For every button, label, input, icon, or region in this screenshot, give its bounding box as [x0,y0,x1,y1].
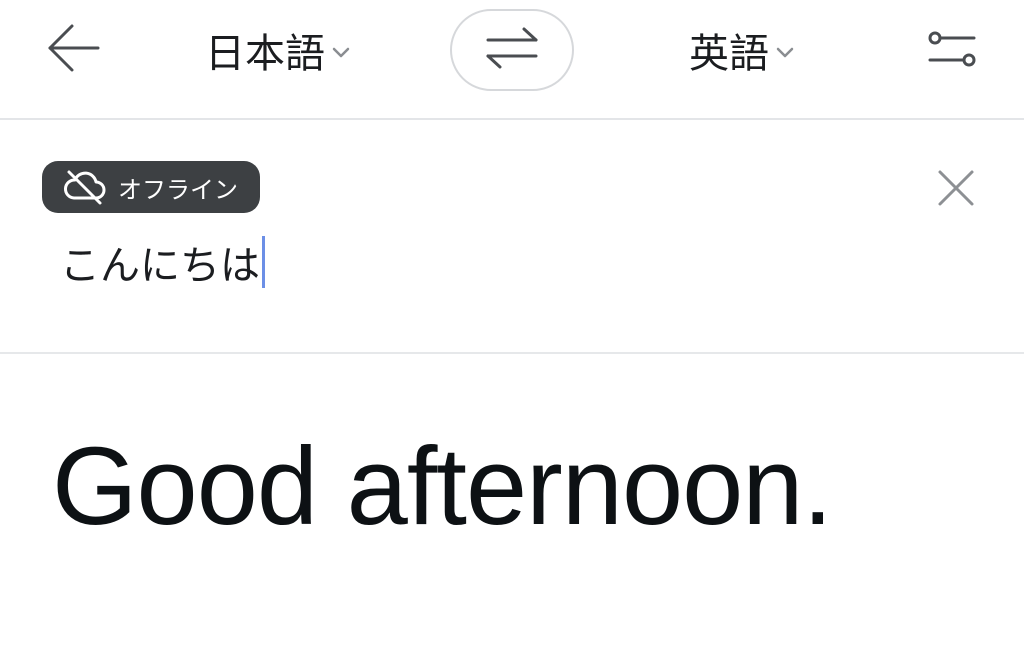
translation-result: Good afternoon. [52,425,833,548]
target-language-label: 英語 [689,31,769,77]
chevron-down-icon [331,46,351,60]
close-icon [936,168,976,212]
back-button[interactable] [36,18,112,82]
target-language-selector[interactable]: 英語 [689,18,795,82]
source-text-input[interactable]: こんにちは [60,234,265,290]
swap-languages-button[interactable] [450,9,574,91]
translation-output-panel: Good afternoon. [0,354,1024,646]
offline-label: オフライン [118,175,238,204]
chevron-down-icon [775,46,795,60]
arrow-left-icon [46,23,102,77]
source-input-panel: オフライン こんにちは [0,120,1024,354]
translate-app: 日本語 英語 オフライン こんにちは Good afternoon. [0,0,1024,646]
settings-button[interactable] [920,22,984,80]
swap-arrows-icon [484,26,540,74]
offline-badge: オフライン [42,161,260,213]
clear-text-button[interactable] [928,162,984,218]
sliders-icon [926,29,978,73]
text-caret [262,236,265,288]
source-text: こんにちは [60,243,260,289]
cloud-off-icon [62,168,108,206]
top-bar: 日本語 英語 [0,0,1024,120]
source-language-selector[interactable]: 日本語 [205,18,351,82]
source-language-label: 日本語 [205,31,325,77]
